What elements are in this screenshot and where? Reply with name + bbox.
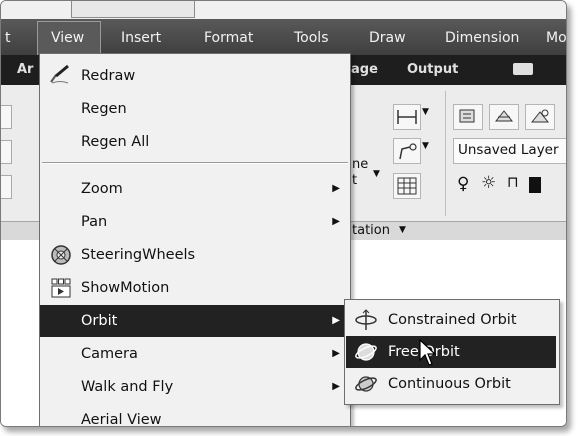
ribbon-line-fragment-2: t xyxy=(352,173,358,188)
title-tab xyxy=(71,1,195,18)
menu-insert[interactable]: Insert xyxy=(121,28,161,48)
menu-item-redraw[interactable]: Redraw xyxy=(40,60,350,92)
menu-item-label: SteeringWheels xyxy=(81,247,196,263)
menu-tools[interactable]: Tools xyxy=(294,28,329,48)
ribbon-tab-manage[interactable]: age xyxy=(351,62,378,77)
mouse-pointer-icon xyxy=(419,338,439,371)
menu-item-zoom[interactable]: Zoom ▶ xyxy=(40,173,350,205)
menu-item-label: Pan xyxy=(81,214,108,230)
menu-item-label: Regen All xyxy=(81,134,150,150)
annotation-panel-dropdown-icon[interactable]: ▼ xyxy=(399,225,406,235)
ribbon-tab-output[interactable]: Output xyxy=(407,62,458,77)
submenu-arrow-icon: ▶ xyxy=(332,348,340,359)
title-strip xyxy=(1,1,566,20)
ribbon-tab-partial[interactable]: Ar xyxy=(17,62,33,77)
view-menu-dropdown: Redraw Regen Regen All Zoom ▶ Pan ▶ Stee… xyxy=(39,53,351,427)
menu-item-label: ShowMotion xyxy=(81,280,170,296)
menu-item-label: Zoom xyxy=(81,181,123,197)
continuous-orbit-icon xyxy=(354,373,378,407)
menu-format[interactable]: Format xyxy=(204,28,253,48)
menu-item-pan[interactable]: Pan ▶ xyxy=(40,206,350,238)
menu-dimension[interactable]: Dimension xyxy=(445,28,519,48)
table-icon[interactable] xyxy=(393,173,421,199)
submenu-arrow-icon: ▶ xyxy=(332,183,340,194)
menu-item-label: Orbit xyxy=(81,313,118,329)
menu-partial-left[interactable]: t xyxy=(5,28,11,48)
layer-combo-value: Unsaved Layer xyxy=(458,142,559,158)
menu-item-showmotion[interactable]: ShowMotion xyxy=(40,272,350,304)
menu-item-aerial-view[interactable]: Aerial View xyxy=(40,404,350,427)
menu-item-label: Redraw xyxy=(81,68,136,84)
layer-properties-icon[interactable] xyxy=(453,104,483,130)
menu-item-steeringwheels[interactable]: SteeringWheels xyxy=(40,239,350,271)
menu-item-free-orbit[interactable]: Free Orbit xyxy=(346,336,556,368)
orbit-submenu: Constrained Orbit Free Orbit Continuous … xyxy=(344,299,560,405)
menu-modify-partial[interactable]: Mo xyxy=(546,28,566,48)
bulb-icon[interactable]: ♀ xyxy=(457,174,469,194)
ribbon-line-fragment-1: ne xyxy=(352,157,369,172)
menu-item-label: Regen xyxy=(81,101,127,117)
menu-item-walk-and-fly[interactable]: Walk and Fly ▶ xyxy=(40,371,350,403)
application-window: t View Insert Format Tools Draw Dimensio… xyxy=(0,0,567,427)
menu-item-continuous-orbit[interactable]: Continuous Orbit xyxy=(346,368,556,400)
menu-item-orbit[interactable]: Orbit ▶ xyxy=(40,305,350,337)
menu-item-camera[interactable]: Camera ▶ xyxy=(40,338,350,370)
submenu-arrow-icon: ▶ xyxy=(332,315,340,326)
menu-separator xyxy=(42,162,348,164)
menu-item-constrained-orbit[interactable]: Constrained Orbit xyxy=(346,304,556,336)
menu-item-label: Camera xyxy=(81,346,138,362)
lock-icon[interactable]: ⊓ xyxy=(507,173,519,191)
menu-item-label: Aerial View xyxy=(81,412,162,427)
menu-item-regen-all[interactable]: Regen All xyxy=(40,126,350,158)
menu-bar: t View Insert Format Tools Draw Dimensio… xyxy=(1,19,566,56)
leader-icon[interactable] xyxy=(393,138,421,164)
menu-item-label: Continuous Orbit xyxy=(388,376,511,392)
menu-item-regen[interactable]: Regen xyxy=(40,93,350,125)
menu-item-label: Constrained Orbit xyxy=(388,312,517,328)
submenu-arrow-icon: ▶ xyxy=(332,216,340,227)
ribbon-minimize-icon[interactable] xyxy=(513,63,533,75)
menu-draw[interactable]: Draw xyxy=(369,28,406,48)
submenu-arrow-icon: ▶ xyxy=(332,381,340,392)
layer-tool-icon[interactable] xyxy=(525,104,555,130)
layer-combo[interactable]: Unsaved Layer xyxy=(453,138,566,164)
ribbon-left-fragment-1 xyxy=(1,105,12,129)
leader-dropdown-arrow-icon[interactable]: ▼ xyxy=(422,141,429,151)
dimension-dropdown-arrow-icon[interactable]: ▼ xyxy=(422,107,429,117)
menu-item-label: Walk and Fly xyxy=(81,379,174,395)
annotation-panel-label[interactable]: tation xyxy=(352,223,390,238)
ribbon-left-fragment-2 xyxy=(1,140,12,164)
layer-color-swatch[interactable] xyxy=(529,177,541,193)
panel-divider xyxy=(445,91,446,216)
layer-state-icon[interactable] xyxy=(489,104,519,130)
line-dropdown-arrow-icon[interactable]: ▼ xyxy=(373,169,380,179)
linear-dimension-icon[interactable] xyxy=(393,104,421,130)
ribbon-left-fragment-3 xyxy=(1,175,12,199)
sun-icon[interactable]: ☼ xyxy=(481,173,496,193)
menu-view[interactable]: View xyxy=(51,28,84,48)
